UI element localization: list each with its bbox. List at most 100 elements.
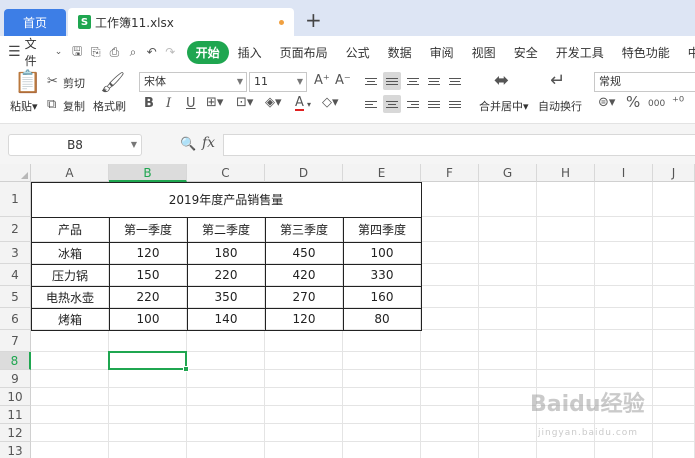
- row-header-1[interactable]: 1: [0, 182, 31, 217]
- cut-button[interactable]: 剪切: [63, 75, 85, 91]
- wrap-text-icon[interactable]: ↵: [550, 72, 565, 90]
- percent-button[interactable]: %: [626, 95, 640, 110]
- name-box[interactable]: B8 ▼: [8, 134, 142, 156]
- row-header-10[interactable]: 10: [0, 388, 31, 406]
- menu-page-layout[interactable]: 页面布局: [271, 44, 337, 61]
- column-header-f[interactable]: F: [421, 164, 479, 182]
- export-icon[interactable]: ⎘: [89, 45, 102, 59]
- table-border: [31, 264, 421, 265]
- indent-increase-icon[interactable]: [446, 72, 464, 90]
- save-icon[interactable]: 🖫: [71, 44, 84, 59]
- column-header-c[interactable]: C: [187, 164, 265, 182]
- row-header-6[interactable]: 6: [0, 308, 31, 330]
- table-border: [109, 217, 110, 330]
- font-color-icon[interactable]: A: [295, 96, 304, 111]
- cell-style-icon[interactable]: ⊡▾: [236, 96, 253, 110]
- column-header-a[interactable]: A: [31, 164, 109, 182]
- row-header-11[interactable]: 11: [0, 406, 31, 424]
- column-header-i[interactable]: I: [595, 164, 653, 182]
- eraser-icon[interactable]: ◇▾: [322, 96, 339, 110]
- column-header-j[interactable]: J: [653, 164, 695, 182]
- table-border: [31, 242, 421, 243]
- copy-icon[interactable]: ⧉: [47, 98, 56, 112]
- wrap-text-button[interactable]: 自动换行: [538, 98, 582, 114]
- align-top-icon[interactable]: [362, 72, 380, 90]
- chevron-down-icon[interactable]: ⌄: [52, 45, 65, 59]
- currency-icon[interactable]: ⊜▾: [598, 96, 615, 110]
- column-header-e[interactable]: E: [343, 164, 421, 182]
- row-header-9[interactable]: 9: [0, 370, 31, 388]
- align-middle-icon[interactable]: [383, 72, 401, 90]
- tab-home[interactable]: 首页: [4, 9, 66, 36]
- menu-developer[interactable]: 开发工具: [547, 44, 613, 61]
- justify-icon[interactable]: [425, 95, 443, 113]
- thousands-separator-button[interactable]: 000: [648, 97, 665, 111]
- font-family-select[interactable]: 宋体 ▼: [139, 72, 247, 92]
- row-header-13[interactable]: 13: [0, 442, 31, 458]
- indent-decrease-icon[interactable]: [425, 72, 443, 90]
- underline-button[interactable]: U: [186, 97, 196, 111]
- tab-bar: 首页 S 工作簿11.xlsx +: [0, 0, 695, 36]
- row-header-12[interactable]: 12: [0, 424, 31, 442]
- menu-formula[interactable]: 公式: [337, 44, 379, 61]
- ribbon-toolbar: 📋 粘贴▾ ✂ 剪切 ⧉ 复制 🖌 格式刷 宋体 ▼ 11 ▼ A⁺ A⁻ B I …: [0, 68, 695, 124]
- menu-home[interactable]: 开始: [186, 40, 229, 64]
- menu-insert[interactable]: 插入: [229, 44, 271, 61]
- hamburger-icon[interactable]: ☰: [8, 44, 21, 60]
- row-header-5[interactable]: 5: [0, 286, 31, 308]
- tab-workbook[interactable]: S 工作簿11.xlsx: [68, 8, 294, 36]
- row-header-2[interactable]: 2: [0, 217, 31, 242]
- number-format-select[interactable]: 常规: [594, 72, 695, 92]
- menu-special[interactable]: 特色功能: [613, 44, 679, 61]
- menu-more[interactable]: 中: [679, 44, 695, 61]
- formula-input[interactable]: [223, 134, 695, 156]
- align-left-icon[interactable]: [362, 95, 380, 113]
- paste-button[interactable]: 粘贴▾: [10, 98, 38, 114]
- distributed-icon[interactable]: [446, 95, 464, 113]
- italic-button[interactable]: I: [166, 97, 171, 111]
- decimal-increase-icon[interactable]: ⁺⁰: [672, 96, 684, 110]
- decrease-font-icon[interactable]: A⁻: [335, 74, 351, 88]
- row-header-8[interactable]: 8: [0, 352, 31, 370]
- format-painter-icon[interactable]: 🖌: [100, 72, 125, 92]
- print-icon[interactable]: ⎙: [108, 45, 121, 59]
- new-tab-button[interactable]: +: [305, 10, 322, 30]
- increase-font-icon[interactable]: A⁺: [314, 74, 330, 88]
- select-all-corner[interactable]: [0, 164, 31, 182]
- print-preview-icon[interactable]: ⌕: [127, 45, 140, 59]
- redo-icon[interactable]: ↷: [164, 45, 177, 59]
- align-bottom-icon[interactable]: [404, 72, 422, 90]
- font-size-select[interactable]: 11 ▼: [249, 72, 307, 92]
- align-right-icon[interactable]: [404, 95, 422, 113]
- fx-icon[interactable]: fx: [202, 135, 215, 151]
- copy-button[interactable]: 复制: [63, 98, 85, 114]
- chevron-down-icon[interactable]: ▾: [307, 98, 311, 112]
- merge-center-button[interactable]: 合并居中▾: [479, 98, 529, 114]
- row-header-3[interactable]: 3: [0, 242, 31, 264]
- align-center-icon[interactable]: [383, 95, 401, 113]
- row-header-7[interactable]: 7: [0, 330, 31, 352]
- table-border: [31, 286, 421, 287]
- selected-cell[interactable]: [108, 351, 187, 370]
- file-menu[interactable]: 文件: [25, 35, 47, 69]
- fill-color-icon[interactable]: ◈▾: [265, 96, 282, 110]
- fill-handle[interactable]: [183, 366, 189, 372]
- format-painter-button[interactable]: 格式刷: [93, 98, 126, 114]
- menu-view[interactable]: 视图: [463, 44, 505, 61]
- column-header-g[interactable]: G: [479, 164, 537, 182]
- scissors-icon[interactable]: ✂: [47, 75, 58, 89]
- menu-data[interactable]: 数据: [379, 44, 421, 61]
- menu-review[interactable]: 审阅: [421, 44, 463, 61]
- zoom-icon[interactable]: 🔍: [180, 137, 196, 152]
- column-header-b[interactable]: B: [109, 164, 187, 182]
- column-header-d[interactable]: D: [265, 164, 343, 182]
- column-header-h[interactable]: H: [537, 164, 595, 182]
- border-icon[interactable]: ⊞▾: [206, 96, 223, 110]
- row-header-4[interactable]: 4: [0, 264, 31, 286]
- bold-button[interactable]: B: [144, 97, 154, 111]
- table-border: [31, 217, 421, 218]
- menu-security[interactable]: 安全: [505, 44, 547, 61]
- merge-center-icon[interactable]: ⬌: [494, 72, 509, 90]
- undo-icon[interactable]: ↶: [145, 45, 158, 59]
- paste-icon[interactable]: 📋: [14, 72, 41, 94]
